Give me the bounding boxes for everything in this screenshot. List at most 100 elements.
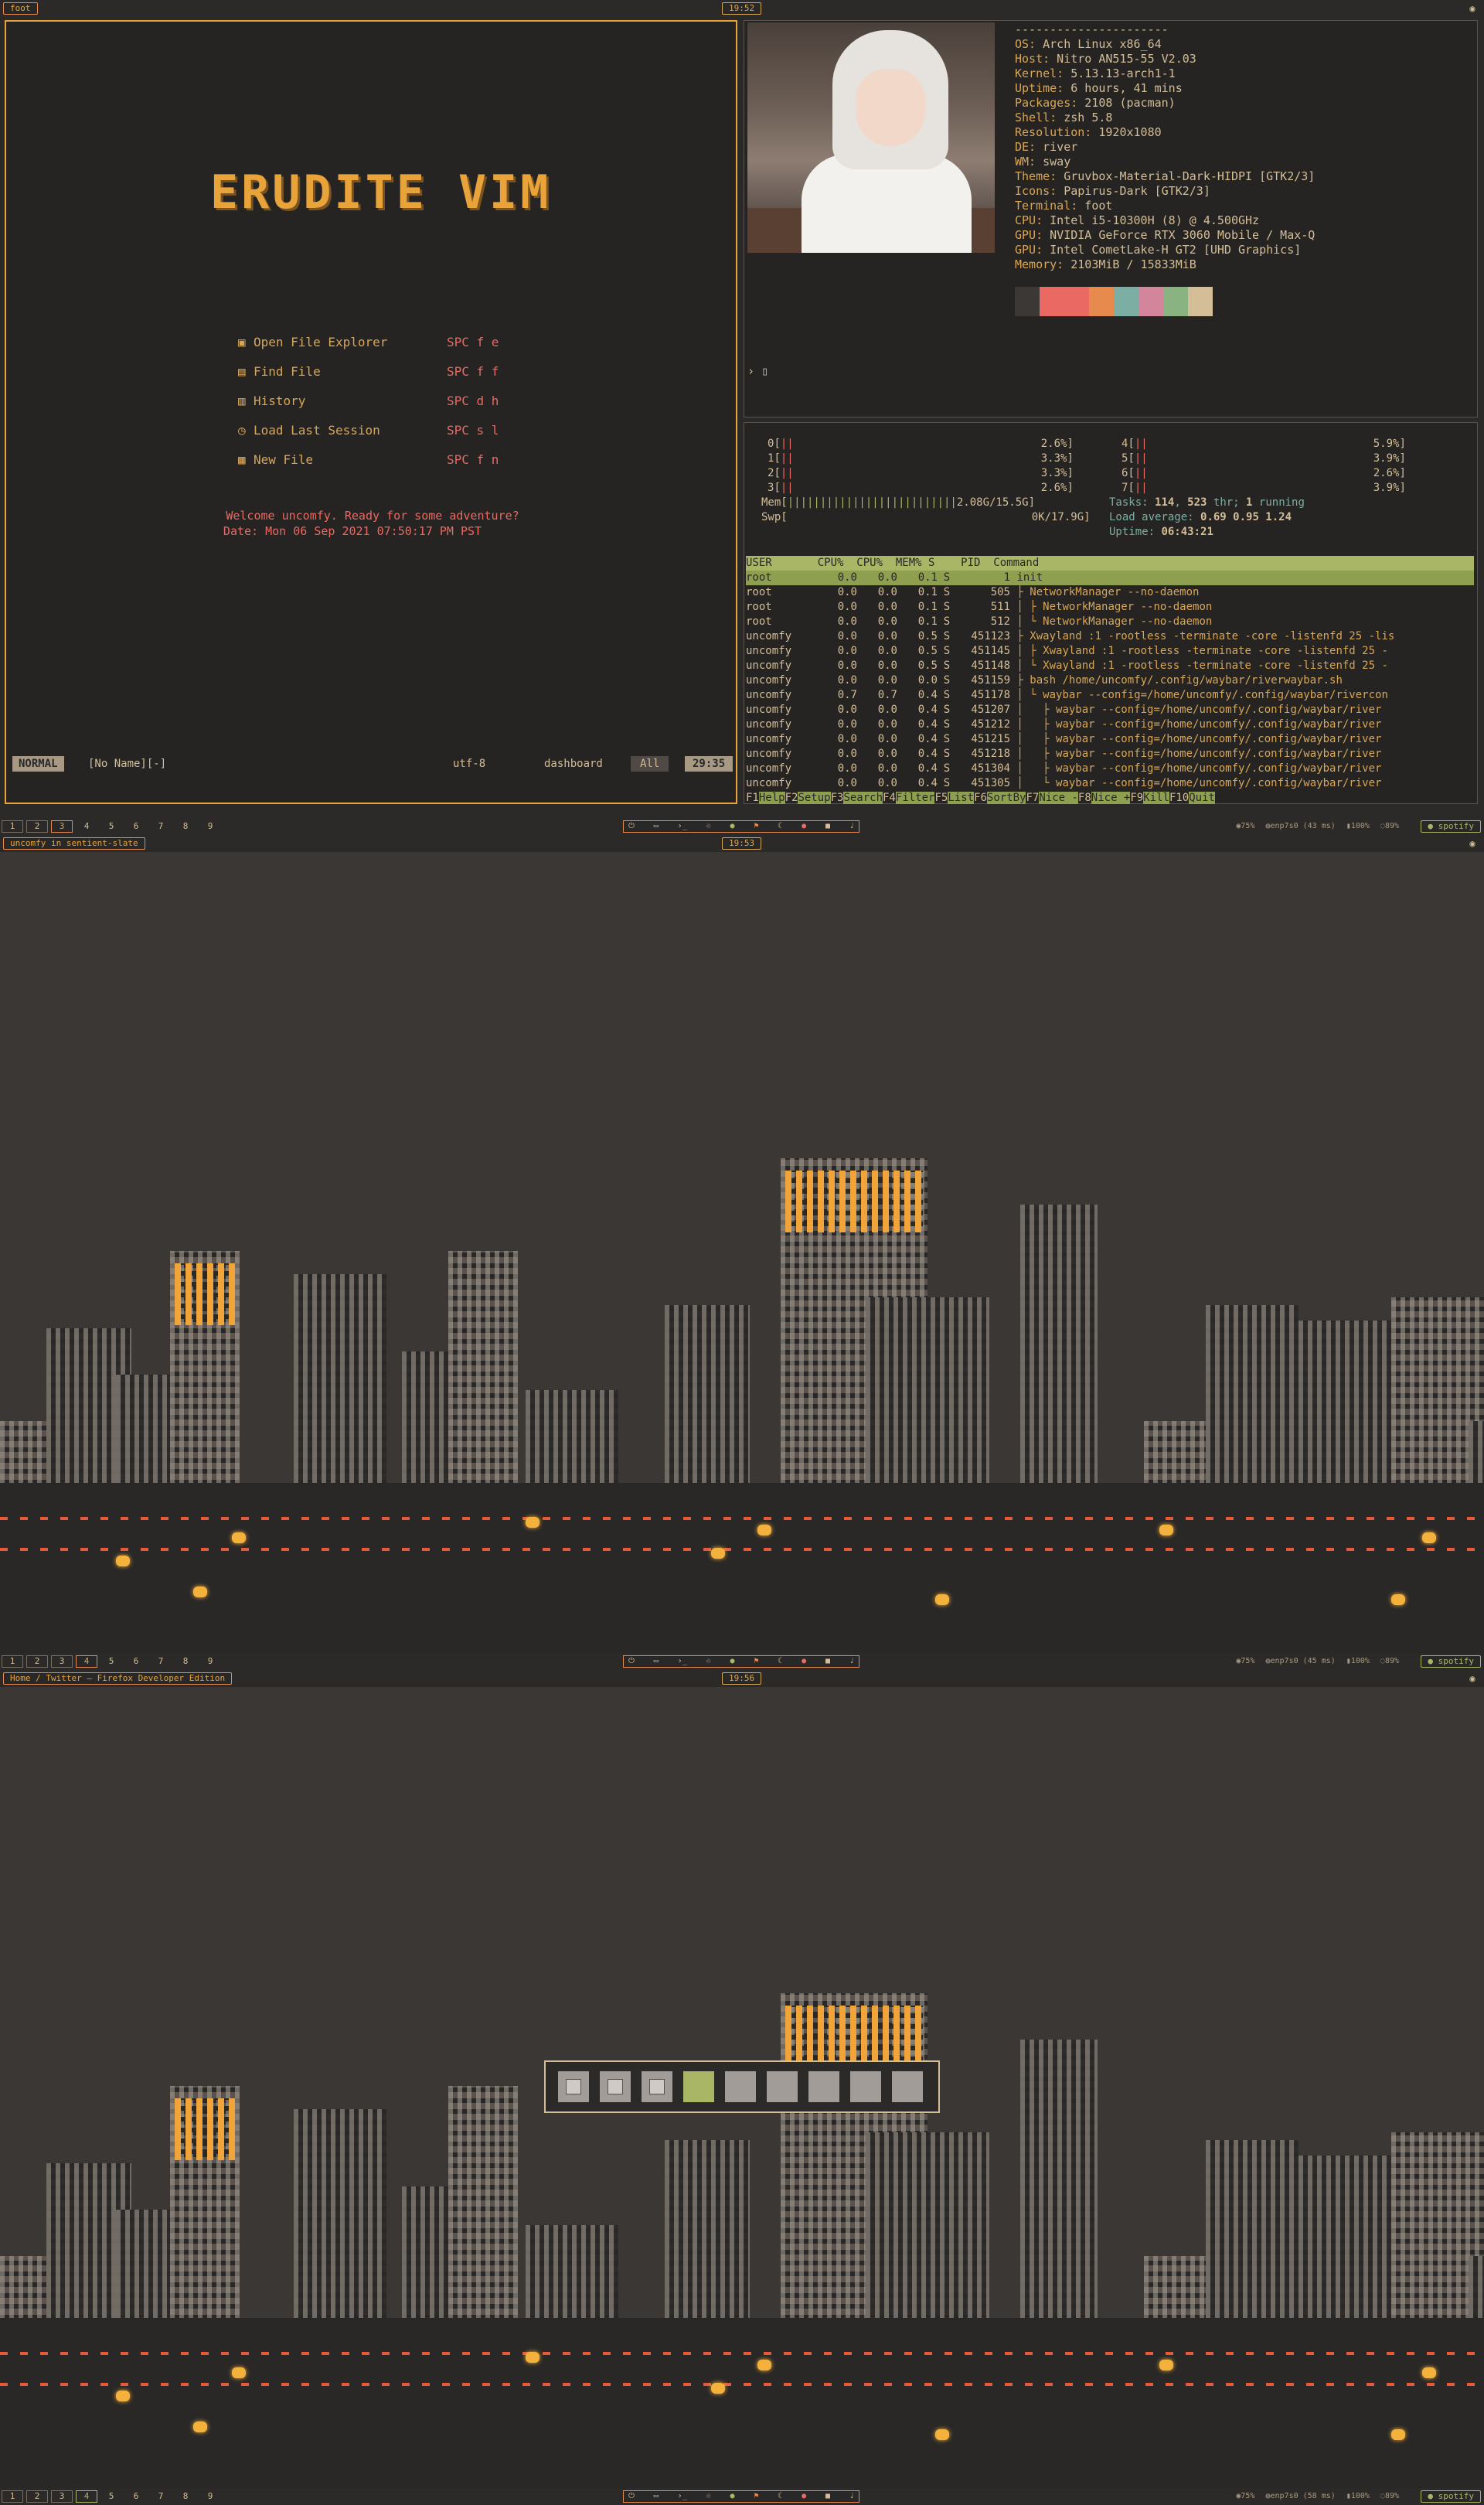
workspace-thumb[interactable] [850,2071,881,2102]
process-row[interactable]: uncomfy 0.0 0.0 0.4 S 451212 │ ├ waybar --con… [746,717,1474,732]
mic-icon[interactable]: ♩ [849,2491,854,2502]
workspace-2[interactable]: 2 [26,820,48,833]
workspace-thumb[interactable] [808,2071,839,2102]
process-row[interactable]: uncomfy 0.0 0.0 0.5 S 451148 │ └ Xwayland :1 … [746,659,1474,673]
battery-status[interactable]: ◌89% [1380,2490,1399,2503]
menu-item-open-file-explorer[interactable]: ▣ Open File Explorer SPC f e [238,328,499,357]
workspace-thumb[interactable] [558,2071,589,2102]
process-table-header[interactable]: USER CPU% CPU% MEM% S PID Command [746,556,1474,571]
recycle-icon[interactable]: ♲ [706,1656,711,1667]
clock[interactable]: 19:53 [722,837,762,850]
workspace-7[interactable]: 7 [150,1655,172,1668]
cpu-status[interactable]: ◉75% [1236,1655,1254,1668]
spotify-widget[interactable]: ● spotify [1421,820,1481,833]
workspace-4[interactable]: 4 [76,1655,97,1668]
fkey-filter[interactable]: F4Filter [883,792,935,804]
htop-window[interactable]: 0[|| 2.6%] 1[|| 3.3%] 2[|| 3.3%] 3[|| 2.6%] 4[|… [744,422,1478,804]
menu-item-history[interactable]: ▥ History SPC d h [238,387,499,416]
fkey-kill[interactable]: F9Kill [1130,792,1169,804]
network-status[interactable]: ◍enp7s0 (58 ms) [1265,2490,1335,2503]
toggle-icon[interactable]: ● [730,1656,734,1667]
fkey-nice[interactable]: F7Nice - [1026,792,1078,804]
moon-icon[interactable]: ☾ [778,1656,782,1667]
workspace-thumb[interactable] [642,2071,672,2102]
workspace-6[interactable]: 6 [125,1655,147,1668]
process-row[interactable]: root 0.0 0.0 0.1 S 1 init [746,571,1474,585]
workspace-7[interactable]: 7 [150,820,172,833]
process-row[interactable]: uncomfy 0.0 0.0 0.4 S 451304 │ ├ waybar --con… [746,762,1474,776]
workspace-1[interactable]: 1 [2,2490,23,2503]
recycle-icon[interactable]: ♲ [706,2491,711,2502]
fkey-list[interactable]: F5List [934,792,975,804]
process-row[interactable]: uncomfy 0.0 0.0 0.4 S 451305 │ └ waybar --con… [746,776,1474,791]
process-row[interactable]: uncomfy 0.0 0.0 0.4 S 451207 │ ├ waybar --con… [746,703,1474,717]
recycle-icon[interactable]: ♲ [706,821,711,832]
spotify-widget[interactable]: ● spotify [1421,2490,1481,2503]
workspace-6[interactable]: 6 [125,820,147,833]
volume-status[interactable]: ▮100% [1346,1655,1370,1668]
process-row[interactable]: root 0.0 0.0 0.1 S 511 │ ├ NetworkManager --n… [746,600,1474,615]
workspace-thumb[interactable] [767,2071,798,2102]
menu-item-load-last-session[interactable]: ◷ Load Last Session SPC s l [238,416,499,445]
cpu-status[interactable]: ◉75% [1236,2490,1254,2503]
volume-status[interactable]: ▮100% [1346,820,1370,833]
process-row[interactable]: uncomfy 0.0 0.0 0.4 S 451215 │ ├ waybar --con… [746,732,1474,747]
battery-status[interactable]: ◌89% [1380,1655,1399,1668]
workspace-9[interactable]: 9 [199,820,221,833]
flag-icon[interactable]: ⚑ [754,821,758,832]
process-row[interactable]: uncomfy 0.0 0.0 0.0 S 451159 ├ bash /home/unc… [746,673,1474,688]
flag-icon[interactable]: ⚑ [754,1656,758,1667]
record-icon[interactable]: ● [802,2491,806,2502]
fkey-help[interactable]: F1Help [746,792,785,804]
camera-icon[interactable]: ■ [825,821,830,832]
workspace-2[interactable]: 2 [26,1655,48,1668]
fkey-setup[interactable]: F2Setup [785,792,831,804]
spotify-widget[interactable]: ● spotify [1421,1655,1481,1668]
workspace-9[interactable]: 9 [199,1655,221,1668]
discord-icon[interactable]: ◉ [1467,838,1478,849]
clock[interactable]: 19:52 [722,2,762,15]
menu-item-new-file[interactable]: ▦ New File SPC f n [238,445,499,475]
workspace-4[interactable]: 4 [76,820,97,833]
network-status[interactable]: ◍enp7s0 (43 ms) [1265,820,1335,833]
vim-window[interactable]: ERUDITE VIM ▣ Open File Explorer SPC f e ▤… [5,20,737,804]
record-icon[interactable]: ● [802,821,806,832]
power-icon[interactable]: ⏻ [628,2491,635,2502]
menu-item-find-file[interactable]: ▤ Find File SPC f f [238,357,499,387]
toggle-icon[interactable]: ● [730,2491,734,2502]
toggle-icon[interactable]: ● [730,821,734,832]
terminal-icon[interactable]: ›_ [678,1656,687,1667]
fkey-search[interactable]: F3Search [831,792,883,804]
moon-icon[interactable]: ☾ [778,2491,782,2502]
workspace-8[interactable]: 8 [175,820,196,833]
record-icon[interactable]: ● [802,1656,806,1667]
neofetch-window[interactable]: ---------------------- OS: Arch Linux x86… [744,20,1478,418]
process-row[interactable]: root 0.0 0.0 0.1 S 512 │ └ NetworkManager --n… [746,615,1474,629]
workspace-thumb-active[interactable] [683,2071,714,2102]
camera-icon[interactable]: ■ [825,2491,830,2502]
workspace-1[interactable]: 1 [2,820,23,833]
terminal-icon[interactable]: ›_ [678,821,687,832]
process-row[interactable]: uncomfy 0.0 0.0 0.5 S 451145 │ ├ Xwayland :1 … [746,644,1474,659]
battery-status[interactable]: ◌89% [1380,820,1399,833]
process-row[interactable]: uncomfy 0.0 0.0 0.4 S 451218 │ ├ waybar --con… [746,747,1474,762]
power-icon[interactable]: ⏻ [628,821,635,832]
workspace-thumb[interactable] [892,2071,923,2102]
moon-icon[interactable]: ☾ [778,821,782,832]
fkey-nice[interactable]: F8Nice + [1078,792,1131,804]
discord-icon[interactable]: ◉ [1467,1673,1478,1684]
fkey-sortby[interactable]: F6SortBy [974,792,1026,804]
monitor-icon[interactable]: ▭ [654,2491,659,2502]
power-icon[interactable]: ⏻ [628,1656,635,1667]
workspace-6[interactable]: 6 [125,2490,147,2503]
monitor-icon[interactable]: ▭ [654,1656,659,1667]
workspace-2[interactable]: 2 [26,2490,48,2503]
workspace-8[interactable]: 8 [175,1655,196,1668]
flag-icon[interactable]: ⚑ [754,2491,758,2502]
workspace-3[interactable]: 3 [51,1655,73,1668]
process-row[interactable]: uncomfy 0.7 0.7 0.4 S 451178 │ └ waybar --con… [746,688,1474,703]
network-status[interactable]: ◍enp7s0 (45 ms) [1265,1655,1335,1668]
workspace-7[interactable]: 7 [150,2490,172,2503]
volume-status[interactable]: ▮100% [1346,2490,1370,2503]
workspace-thumb[interactable] [725,2071,756,2102]
